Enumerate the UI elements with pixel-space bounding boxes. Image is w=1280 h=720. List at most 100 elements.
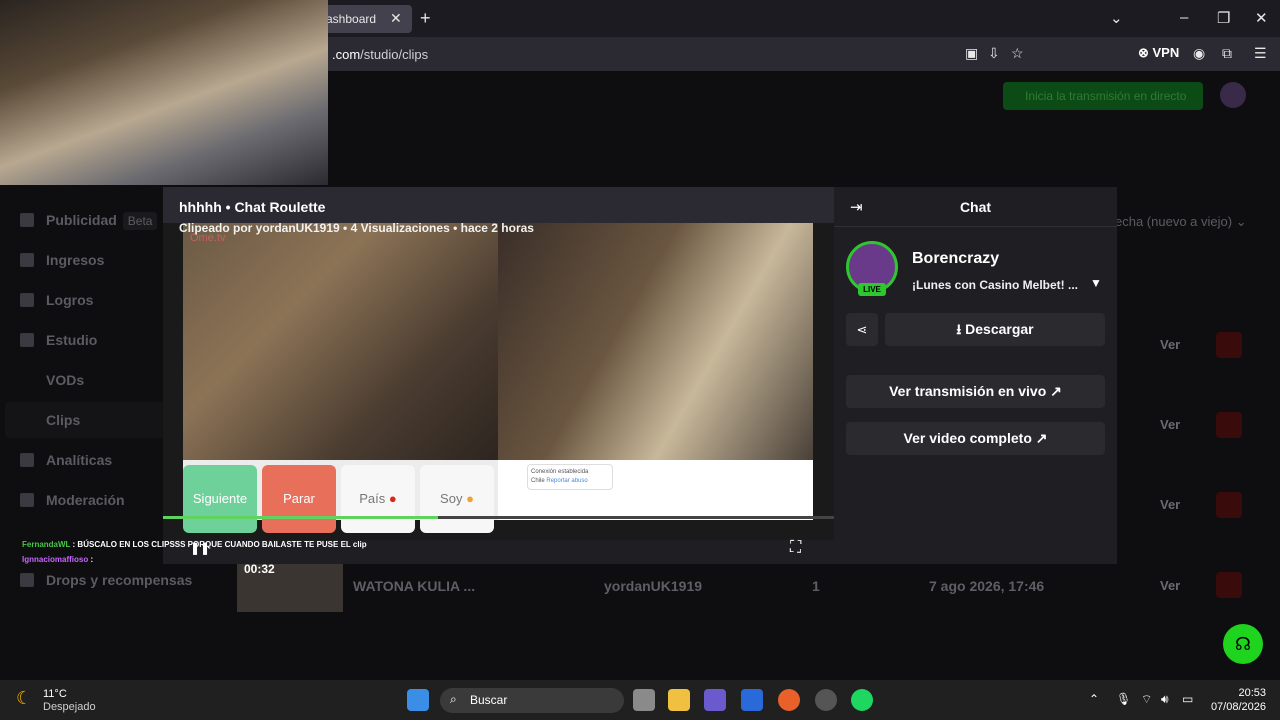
- sort-dropdown[interactable]: echa (nuevo a viejo) ⌄: [1115, 214, 1247, 230]
- sidebar-item-label: Logros: [46, 292, 94, 308]
- taskbar-search[interactable]: Buscar: [440, 688, 624, 713]
- close-tab-icon[interactable]: ✕: [390, 10, 402, 27]
- sidebar-item-label: Ingresos: [46, 252, 105, 268]
- vpn-button[interactable]: ⊗ VPN: [1138, 45, 1179, 61]
- gift-icon: [20, 573, 34, 587]
- video-feed-right: [498, 223, 813, 460]
- delete-clip-button[interactable]: [1216, 332, 1242, 358]
- sidebar-item-label: VODs: [46, 372, 85, 388]
- view-clip-button[interactable]: Ver: [1160, 337, 1180, 352]
- view-clip-button[interactable]: Ver: [1160, 497, 1180, 512]
- share-icon: ⋖: [856, 322, 868, 337]
- sidebar-item-logros[interactable]: Logros: [20, 292, 93, 308]
- url-host: .com: [332, 47, 361, 62]
- sidebar-item-vods[interactable]: VODs: [46, 372, 84, 388]
- chevron-up-icon[interactable]: ⌃: [1089, 692, 1099, 706]
- volume-icon[interactable]: 🔊︎: [1161, 692, 1169, 707]
- wrench-icon: [20, 493, 34, 507]
- country-text: Chile: [531, 478, 545, 484]
- sidebar-item-estudio[interactable]: Estudio: [20, 332, 97, 348]
- overlay-chat-text: :: [90, 555, 94, 564]
- clip-date-cell: 7 ago 2026, 17:46: [929, 578, 1045, 594]
- sidebar-item-analiticas[interactable]: Analíticas: [20, 452, 112, 468]
- microphone-icon[interactable]: 🎙︎: [1116, 692, 1131, 706]
- download-label: Descargar: [965, 321, 1034, 337]
- streamer-webcam: [0, 0, 328, 185]
- support-chat-button[interactable]: ☊: [1223, 624, 1263, 664]
- view-clip-button[interactable]: Ver: [1160, 578, 1180, 593]
- start-stream-button[interactable]: Inicia la transmisión en directo: [1003, 82, 1203, 110]
- minimize-icon[interactable]: –: [1180, 9, 1188, 26]
- channel-name[interactable]: Borencrazy: [912, 250, 999, 268]
- start-stream-label: Inicia la transmisión en directo: [1025, 89, 1187, 103]
- sidebar-item-moderacion[interactable]: Moderación: [20, 492, 125, 508]
- next-button: Siguiente: [183, 465, 257, 533]
- download-button[interactable]: ⭳ Descargar: [885, 313, 1105, 346]
- task-view-icon[interactable]: [633, 689, 655, 711]
- address-bar[interactable]: .com/studio/clips: [332, 47, 428, 62]
- chat-title: Chat: [959, 199, 992, 215]
- temperature[interactable]: 11°C: [43, 688, 67, 700]
- overlay-chat-text: : BÚSCALO EN LOS CLIPSSS PORQUE CUANDO B…: [72, 540, 367, 549]
- gender-button: Soy ●: [420, 465, 494, 533]
- download-icon: ⭳: [956, 321, 966, 337]
- menu-icon[interactable]: ☰: [1254, 45, 1267, 62]
- external-link-icon: ↗: [1035, 430, 1048, 446]
- account-icon[interactable]: ◉: [1193, 45, 1205, 62]
- beta-badge: Beta: [122, 212, 158, 230]
- delete-clip-button[interactable]: [1216, 572, 1242, 598]
- external-link-icon: ↗: [1050, 383, 1062, 399]
- obs-icon[interactable]: [815, 689, 837, 711]
- sidebar-item-drops[interactable]: Drops y recompensas: [20, 572, 192, 588]
- battery-icon[interactable]: ▭: [1182, 692, 1193, 706]
- clock-date[interactable]: 07/08/2026: [1200, 701, 1266, 713]
- user-avatar[interactable]: [1220, 82, 1246, 108]
- sidebar-item-ingresos[interactable]: Ingresos: [20, 252, 104, 268]
- wifi-icon[interactable]: ⌔: [1141, 692, 1152, 707]
- country-label: País: [359, 491, 386, 506]
- clip-meta: Clipeado por yordanUK1919 • 4 Visualizac…: [179, 221, 534, 235]
- bookmark-star-icon[interactable]: ☆: [1011, 45, 1024, 62]
- watch-live-button[interactable]: Ver transmisión en vivo ↗: [846, 375, 1105, 408]
- clock-time[interactable]: 20:53: [1210, 687, 1266, 699]
- picture-in-picture-icon[interactable]: ▣: [965, 45, 978, 62]
- firefox-icon[interactable]: [778, 689, 800, 711]
- weather-condition[interactable]: Despejado: [43, 701, 96, 713]
- tab-list-icon[interactable]: ⌄: [1110, 9, 1123, 27]
- windows-start-icon[interactable]: [407, 689, 429, 711]
- maximize-icon[interactable]: ❐: [1217, 9, 1230, 27]
- teams-icon[interactable]: [704, 689, 726, 711]
- close-window-icon[interactable]: ✕: [1255, 9, 1268, 27]
- clip-title-cell[interactable]: WATONA KULIA ...: [353, 578, 475, 594]
- moon-weather-icon[interactable]: ☾: [16, 688, 32, 709]
- search-icon: ⌕: [450, 692, 457, 706]
- stream-title: ¡Lunes con Casino Melbet! ...: [912, 278, 1079, 292]
- analytics-icon: [20, 453, 34, 467]
- spotify-icon[interactable]: [851, 689, 873, 711]
- save-page-icon[interactable]: ⇩: [988, 45, 1000, 62]
- share-button[interactable]: ⋖: [846, 313, 878, 346]
- report-link: Reportar abuso: [546, 478, 588, 484]
- clip-views-cell: 1: [812, 578, 820, 594]
- studio-icon: [20, 333, 34, 347]
- new-tab-icon[interactable]: +: [420, 8, 431, 29]
- chevron-down-icon[interactable]: ▼: [1090, 276, 1102, 290]
- fullscreen-icon[interactable]: ⛶: [790, 539, 801, 557]
- store-icon[interactable]: [741, 689, 763, 711]
- headset-icon: ☊: [1235, 634, 1251, 654]
- overlay-chat-message: Ignnaciomaffioso :: [22, 555, 93, 564]
- ad-icon: [20, 213, 34, 227]
- chile-flag-icon: ●: [388, 491, 397, 506]
- delete-clip-button[interactable]: [1216, 412, 1242, 438]
- delete-clip-button[interactable]: [1216, 492, 1242, 518]
- sidebar-item-clips[interactable]: Clips: [46, 412, 80, 428]
- extensions-icon[interactable]: ⧉: [1222, 45, 1232, 62]
- watch-full-video-button[interactable]: Ver video completo ↗: [846, 422, 1105, 455]
- sidebar-item-label: Clips: [46, 412, 81, 428]
- sidebar-item-publicidad[interactable]: Publicidad Beta: [20, 212, 158, 230]
- file-explorer-icon[interactable]: [668, 689, 690, 711]
- view-clip-button[interactable]: Ver: [1160, 417, 1180, 432]
- url-path: /studio/clips: [360, 47, 429, 62]
- clip-author-cell: yordanUK1919: [604, 578, 703, 594]
- overlay-chat-message: FernandaWL : BÚSCALO EN LOS CLIPSSS PORQ…: [22, 540, 367, 549]
